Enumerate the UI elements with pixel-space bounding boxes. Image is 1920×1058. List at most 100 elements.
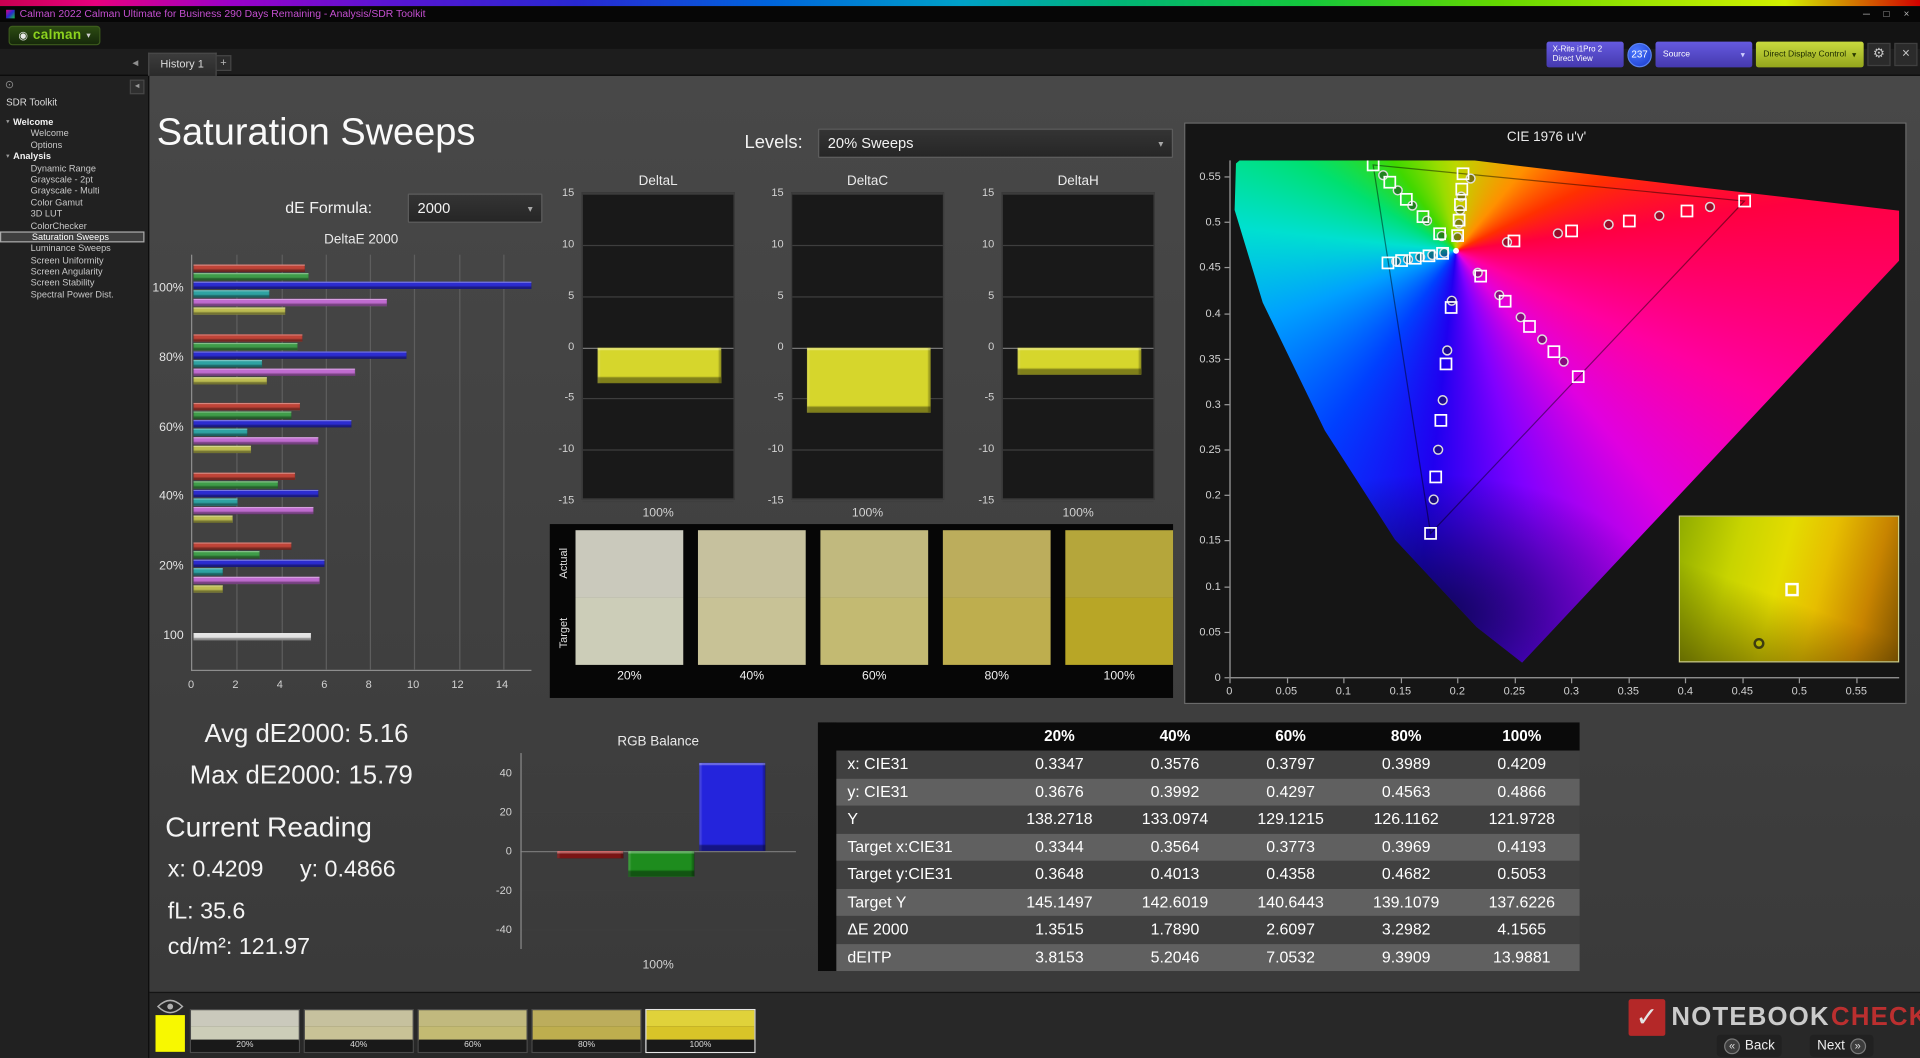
deltae-bar-red	[193, 541, 292, 550]
max-de2000-value: Max dE2000: 15.79	[189, 761, 413, 790]
tree-group-welcome[interactable]: ▾ Welcome	[0, 116, 148, 128]
sidebar-item-grayscale-2pt[interactable]: Grayscale - 2pt	[0, 174, 148, 185]
thumb-actual-band	[191, 1010, 299, 1027]
gridline	[1002, 244, 1154, 247]
measured-point-red	[1603, 219, 1614, 230]
sidebar-item-welcome[interactable]: Welcome	[0, 128, 148, 139]
avg-de2000-value: Avg dE2000: 5.16	[204, 720, 409, 749]
table-row-e-2000: ΔE 2000 1.3515 1.7890 2.6097 3.2982 4.1565	[817, 915, 1580, 944]
gridline	[1002, 296, 1154, 298]
swatch-row-label: Target	[557, 617, 570, 649]
column-header: 60%	[1275, 727, 1306, 745]
calman-menu-button[interactable]: ◉ calman ▾	[8, 25, 101, 46]
y-tick-label: -15	[978, 493, 995, 506]
cell: 0.3576	[1150, 754, 1200, 773]
x-tick-label: 0	[1226, 684, 1233, 697]
cell: 126.1162	[1373, 809, 1439, 828]
maximize-icon[interactable]: □	[1878, 6, 1895, 22]
de-formula-dropdown[interactable]: 2000 ▾	[407, 193, 543, 223]
workflow-close-icon[interactable]: ×	[1894, 42, 1918, 67]
column-header: 40%	[1159, 727, 1191, 745]
cell: 1.7890	[1150, 919, 1200, 938]
levels-dropdown[interactable]: 20% Sweeps ▾	[817, 128, 1174, 158]
target-point-blue	[1439, 357, 1453, 371]
watermark-text-2: CHECK	[1831, 1002, 1920, 1032]
thumbnail-40[interactable]: 40%	[303, 1008, 414, 1054]
deltae-bar-green	[193, 411, 292, 419]
source-dropdown[interactable]: Source ▾	[1655, 41, 1753, 68]
collapse-sidebar-icon[interactable]: ◄	[129, 79, 145, 95]
sidebar-item-screen-uniformity[interactable]: Screen Uniformity	[0, 254, 148, 265]
current-reading-y: y: 0.4866	[300, 857, 396, 883]
sidebar-item-grayscale-multi[interactable]: Grayscale - Multi	[0, 185, 148, 196]
tree-group-label: Analysis	[13, 151, 51, 163]
y-tick-label: 10	[771, 237, 784, 250]
deltae-bar-red	[193, 403, 301, 411]
sidebar-item-spectral-power-dist[interactable]: Spectral Power Dist.	[0, 289, 148, 300]
analysis-canvas: Saturation Sweeps Levels: 20% Sweeps ▾ d…	[149, 75, 1920, 992]
thumbnail-100[interactable]: 100%	[645, 1008, 756, 1054]
sidebar-item-saturation-sweeps[interactable]: Saturation Sweeps	[0, 231, 145, 243]
tree-group-analysis[interactable]: ▾ Analysis	[0, 151, 148, 162]
tab-scroll-left-icon[interactable]: ◄	[127, 55, 143, 71]
meter-button[interactable]: X-Rite i1Pro 2 Direct View	[1546, 41, 1624, 68]
add-tab-button[interactable]: +	[215, 55, 232, 72]
y-tick-label: -5	[564, 391, 575, 404]
minimize-icon[interactable]: ─	[1858, 6, 1875, 22]
deltae-bar-magenta	[193, 437, 318, 445]
delta-plot-area	[791, 192, 945, 503]
white-point-marker	[1453, 247, 1459, 254]
direct-display-control-dropdown[interactable]: Direct Display Control ▾	[1755, 41, 1864, 68]
sidebar-item-luminance-sweeps[interactable]: Luminance Sweeps	[0, 243, 148, 254]
chevron-down-icon: ▾	[1852, 50, 1857, 60]
deltae-bar-yellow	[193, 376, 267, 384]
cell: 0.3676	[1035, 781, 1084, 801]
target-point-magenta	[1523, 320, 1536, 333]
cell: 0.3344	[1035, 836, 1084, 856]
actual-swatch-60	[820, 530, 929, 598]
cell: 0.4358	[1266, 864, 1315, 883]
rgb-bar-green	[628, 851, 695, 877]
sidebar-item-colorchecker[interactable]: ColorChecker	[0, 220, 148, 231]
actual-swatch-20	[575, 530, 684, 598]
sidebar-item-color-gamut[interactable]: Color Gamut	[0, 197, 148, 208]
sidebar-item-screen-angularity[interactable]: Screen Angularity	[0, 266, 148, 277]
target-point-red	[1622, 214, 1636, 228]
cell: 0.3347	[1035, 754, 1084, 773]
gridline	[582, 449, 734, 451]
close-icon[interactable]: ×	[1898, 6, 1915, 22]
cell: 2.6097	[1266, 919, 1315, 938]
sidebar-item-dynamic-range[interactable]: Dynamic Range	[0, 162, 148, 173]
measured-point-green	[1421, 215, 1433, 226]
gridline	[582, 397, 734, 400]
y-tick-label: -40	[495, 923, 512, 936]
tab-history-1[interactable]: History 1	[148, 52, 217, 76]
back-button[interactable]: « Back	[1716, 1034, 1783, 1057]
thumbnail-80[interactable]: 80%	[531, 1008, 642, 1054]
target-point-blue	[1434, 414, 1448, 427]
target-swatch-20	[575, 597, 684, 665]
next-button[interactable]: Next »	[1809, 1034, 1874, 1057]
thumb-actual-band	[532, 1010, 641, 1027]
column-header: 80%	[1390, 727, 1422, 745]
deltae-bar-cyan	[193, 428, 247, 437]
target-swatch-60	[820, 597, 929, 665]
settings-gear-icon[interactable]: ⚙	[1867, 42, 1891, 67]
cell: 142.6019	[1141, 892, 1209, 911]
deltae-bar-yellow	[193, 515, 234, 523]
deltae-bar-blue	[193, 489, 318, 497]
sidebar-item-options[interactable]: Options	[0, 139, 148, 150]
x-tick-label: 0.15	[1389, 684, 1412, 697]
thumbnail-20[interactable]: 20%	[189, 1008, 301, 1054]
eye-icon[interactable]	[156, 998, 184, 1014]
cell: 0.3989	[1381, 754, 1431, 773]
column-header: 100%	[1502, 727, 1542, 745]
thumbnail-60[interactable]: 60%	[417, 1008, 528, 1054]
sidebar-item-3d-lut[interactable]: 3D LUT	[0, 208, 148, 219]
cell: 121.9728	[1488, 809, 1555, 828]
gridline	[520, 890, 796, 892]
saturation-swatch-panel: Actual Target 20% 40% 60% 80% 100%	[549, 524, 1174, 698]
cell: 0.3564	[1150, 836, 1200, 856]
sidebar-item-screen-stability[interactable]: Screen Stability	[0, 277, 148, 288]
measured-point-red	[1654, 210, 1665, 221]
